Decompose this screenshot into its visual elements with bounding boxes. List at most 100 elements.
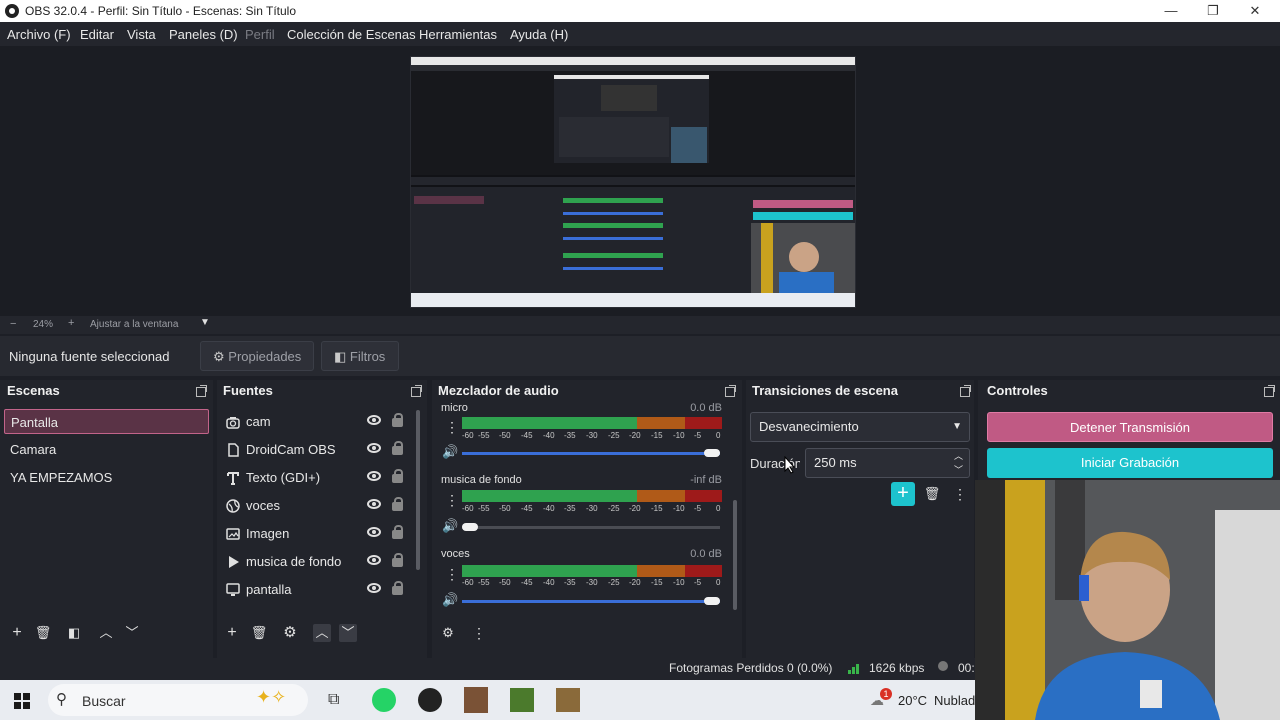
eye-icon[interactable]: [367, 443, 381, 453]
sources-scrollbar[interactable]: [416, 410, 420, 570]
volume-slider[interactable]: [462, 600, 720, 603]
duration-spinbox[interactable]: 250 ms ︿ ﹀: [805, 448, 970, 478]
more-options-icon[interactable]: [445, 566, 459, 583]
properties-label: Propiedades: [228, 349, 302, 364]
scene-filters-icon[interactable]: ◧: [65, 624, 83, 642]
menu-editar[interactable]: Editar: [80, 27, 114, 42]
move-up-icon[interactable]: ︿: [97, 624, 115, 642]
add-scene-button[interactable]: +: [8, 624, 26, 642]
gear-icon[interactable]: ⚙: [281, 624, 299, 642]
game-icon[interactable]: [464, 687, 488, 713]
transition-select[interactable]: Desvanecimiento ▼: [750, 412, 970, 442]
source-item-texto[interactable]: Texto (GDI+): [224, 465, 414, 491]
properties-button[interactable]: ⚙ Propiedades: [200, 341, 314, 371]
obs-taskbar-icon[interactable]: [418, 688, 442, 712]
chevron-down-icon[interactable]: ▼: [200, 317, 210, 328]
fit-to-window-button[interactable]: Ajustar a la ventana: [90, 319, 178, 330]
trash-icon[interactable]: 🗑: [923, 485, 941, 503]
advanced-audio-icon[interactable]: ⚙: [439, 624, 457, 642]
source-label: musica de fondo: [246, 554, 342, 569]
mixer-scrollbar[interactable]: [733, 500, 737, 610]
source-item-musica-de-fondo[interactable]: musica de fondo: [224, 549, 414, 575]
lock-icon[interactable]: [392, 441, 403, 455]
spin-down-icon[interactable]: ﹀: [954, 456, 963, 484]
menu-herramientas[interactable]: Herramientas: [419, 27, 497, 42]
undock-icon[interactable]: [196, 385, 207, 397]
zoom-in-button[interactable]: +: [68, 317, 74, 329]
scene-item-ya-empezamos[interactable]: YA EMPEZAMOS: [4, 465, 209, 490]
eye-icon[interactable]: [367, 555, 381, 565]
scale-tick-label: -10: [673, 431, 685, 440]
restore-button[interactable]: ❐: [1204, 2, 1222, 20]
trash-icon[interactable]: 🗑: [34, 624, 52, 642]
app-icon[interactable]: [556, 688, 580, 712]
undock-icon[interactable]: [960, 385, 971, 397]
add-source-button[interactable]: +: [223, 624, 241, 642]
source-item-droidcam[interactable]: DroidCam OBS: [224, 437, 414, 463]
eye-icon[interactable]: [367, 415, 381, 425]
source-item-voces[interactable]: voces: [224, 493, 414, 519]
move-down-icon[interactable]: ﹀: [339, 624, 357, 642]
volume-knob[interactable]: [462, 523, 478, 531]
stop-stream-button[interactable]: Detener Transmisión: [987, 412, 1273, 442]
more-options-icon[interactable]: ⋮: [951, 485, 969, 503]
lock-icon[interactable]: [392, 581, 403, 595]
eye-icon[interactable]: [367, 499, 381, 509]
scale-tick-label: -10: [673, 504, 685, 513]
zoom-out-button[interactable]: −: [10, 318, 16, 330]
source-item-cam[interactable]: cam: [224, 409, 414, 435]
menu-coleccion-escenas[interactable]: Colección de Escenas: [287, 27, 416, 42]
undock-icon[interactable]: [725, 385, 736, 397]
speaker-icon[interactable]: 🔊: [442, 592, 458, 608]
lock-icon[interactable]: [392, 413, 403, 427]
eye-icon[interactable]: [367, 527, 381, 537]
trash-icon[interactable]: 🗑: [250, 624, 268, 642]
speaker-icon[interactable]: 🔊: [442, 518, 458, 534]
menu-vista[interactable]: Vista: [127, 27, 156, 42]
source-item-imagen[interactable]: Imagen: [224, 521, 414, 547]
whatsapp-icon[interactable]: [372, 688, 396, 712]
filters-button[interactable]: ◧ Filtros: [321, 341, 399, 371]
windows-start-icon[interactable]: [14, 693, 30, 709]
eye-icon[interactable]: [367, 471, 381, 481]
start-recording-button[interactable]: Iniciar Grabación: [987, 448, 1273, 478]
lock-icon[interactable]: [392, 469, 403, 483]
volume-knob[interactable]: [704, 597, 720, 605]
source-item-pantalla[interactable]: pantalla: [224, 577, 414, 603]
stream-time: 00:: [958, 661, 975, 675]
scene-item-camara[interactable]: Camara: [4, 437, 209, 462]
more-options-icon[interactable]: [445, 492, 459, 509]
menu-perfil[interactable]: Perfil: [245, 27, 275, 42]
undock-icon[interactable]: [411, 385, 422, 397]
preview-canvas[interactable]: [410, 56, 856, 308]
undock-icon[interactable]: [1264, 385, 1275, 397]
lock-icon[interactable]: [392, 553, 403, 567]
scene-item-pantalla[interactable]: Pantalla: [4, 409, 209, 434]
volume-knob[interactable]: [704, 449, 720, 457]
speaker-icon[interactable]: 🔊: [442, 444, 458, 460]
scale-tick-label: -45: [521, 504, 533, 513]
add-transition-button[interactable]: +: [891, 482, 915, 506]
menu-ayuda[interactable]: Ayuda (H): [510, 27, 568, 42]
more-options-icon[interactable]: ⋮: [470, 624, 488, 642]
minimize-button[interactable]: —: [1162, 2, 1180, 20]
menu-archivo[interactable]: Archivo (F): [7, 27, 71, 42]
minecraft-icon[interactable]: [510, 688, 534, 712]
menu-paneles[interactable]: Paneles (D): [169, 27, 238, 42]
notification-badge: 1: [880, 688, 892, 700]
lock-icon[interactable]: [392, 525, 403, 539]
move-up-icon[interactable]: ︿: [313, 624, 331, 642]
move-down-icon[interactable]: ﹀: [123, 624, 141, 642]
webcam-overlay: [975, 480, 1280, 720]
volume-slider[interactable]: [462, 526, 720, 529]
task-view-icon[interactable]: ⧉: [328, 691, 339, 709]
source-label: Texto (GDI+): [246, 470, 321, 485]
more-options-icon[interactable]: [445, 419, 459, 436]
eye-icon[interactable]: [367, 583, 381, 593]
volume-slider[interactable]: [462, 452, 720, 455]
close-button[interactable]: ✕: [1246, 2, 1264, 20]
scale-tick-label: 0: [716, 578, 721, 587]
lock-icon[interactable]: [392, 497, 403, 511]
channel-db: 0.0 dB: [690, 402, 722, 412]
title-bar: OBS 32.0.4 - Perfil: Sin Título - Escena…: [0, 0, 1280, 22]
